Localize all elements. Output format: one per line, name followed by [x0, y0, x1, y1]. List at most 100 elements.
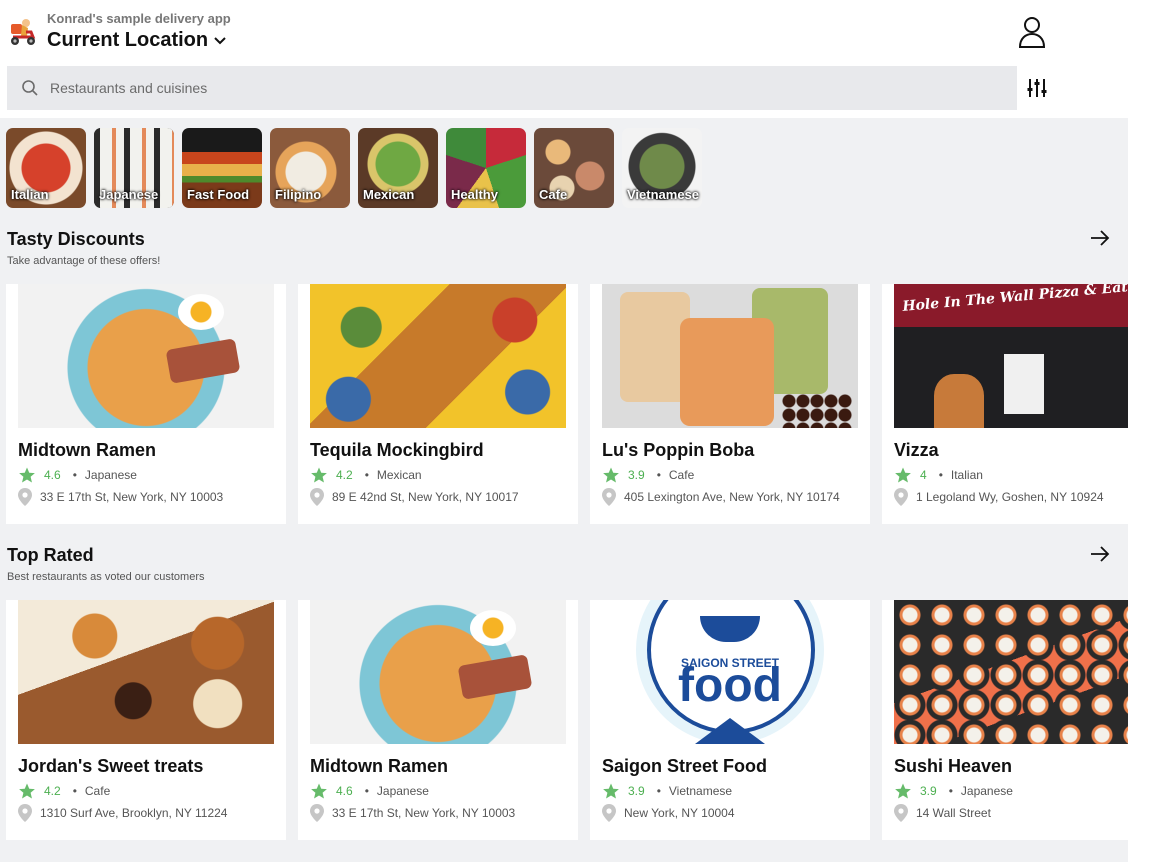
rating-value: 4.6 — [44, 468, 61, 482]
category-vietnamese[interactable]: Vietnamese — [622, 128, 702, 208]
section-title: Top Rated — [7, 545, 94, 565]
rating-value: 4.6 — [336, 784, 353, 798]
location-pin-icon — [310, 804, 324, 822]
section-title: Tasty Discounts — [7, 229, 145, 249]
restaurant-image — [310, 600, 566, 744]
top-rated-row: Jordan's Sweet treats 4.2 • Cafe 1310 Su… — [6, 600, 1128, 840]
restaurant-card[interactable]: Lu's Poppin Boba 3.9 • Cafe 405 Lexingto… — [590, 284, 870, 524]
restaurant-name: Midtown Ramen — [18, 440, 156, 460]
arrow-right-icon[interactable] — [1088, 226, 1112, 250]
restaurant-name: Jordan's Sweet treats — [18, 756, 204, 776]
location-pin-icon — [18, 804, 32, 822]
category-japanese[interactable]: Japanese — [94, 128, 174, 208]
star-icon — [311, 783, 327, 799]
star-icon — [19, 783, 35, 799]
restaurant-name: Tequila Mockingbird — [310, 440, 484, 460]
category-label: Mexican — [363, 187, 415, 202]
restaurant-meta: 4.6 • Japanese — [18, 466, 137, 484]
separator-dot: • — [656, 468, 661, 482]
restaurant-card[interactable]: Jordan's Sweet treats 4.2 • Cafe 1310 Su… — [6, 600, 286, 840]
restaurant-address: 405 Lexington Ave, New York, NY 10174 — [602, 488, 840, 506]
restaurant-card[interactable]: Hole In The Wall Pizza & Eatery Vizza 4 … — [882, 284, 1128, 524]
restaurant-meta: 3.9 • Vietnamese — [602, 782, 732, 800]
category-list: Italian Japanese Fast Food Filipino Mexi… — [6, 128, 702, 208]
address-text: 405 Lexington Ave, New York, NY 10174 — [624, 490, 840, 504]
restaurant-image: Hole In The Wall Pizza & Eatery — [894, 284, 1128, 428]
restaurant-image — [894, 600, 1128, 744]
category-label: Cafe — [539, 187, 568, 202]
app-header: Konrad's sample delivery app Current Loc… — [0, 0, 1159, 64]
category-label: Japanese — [99, 187, 159, 202]
rating-value: 3.9 — [628, 784, 645, 798]
separator-dot: • — [938, 468, 943, 482]
separator-dot: • — [72, 468, 77, 482]
location-pin-icon — [894, 488, 908, 506]
search-icon — [22, 80, 38, 96]
separator-dot: • — [656, 784, 661, 798]
restaurant-name: Sushi Heaven — [894, 756, 1013, 776]
cuisine-label: Cafe — [84, 784, 111, 798]
cuisine-label: Vietnamese — [668, 784, 733, 798]
restaurant-card[interactable]: Midtown Ramen 4.6 • Japanese 33 E 17th S… — [6, 284, 286, 524]
cuisine-label: Italian — [950, 468, 983, 482]
location-pin-icon — [894, 804, 908, 822]
location-selector[interactable]: Current Location — [47, 29, 228, 52]
category-healthy[interactable]: Healthy — [446, 128, 526, 208]
category-fast-food[interactable]: Fast Food — [182, 128, 262, 208]
restaurant-image — [602, 284, 858, 428]
restaurant-meta: 4.2 • Cafe — [18, 782, 110, 800]
filter-sliders-icon[interactable] — [1025, 76, 1049, 100]
star-icon — [895, 783, 911, 799]
category-italian[interactable]: Italian — [6, 128, 86, 208]
rating-value: 4 — [920, 468, 927, 482]
restaurant-meta: 4.2 • Mexican — [310, 466, 422, 484]
restaurant-card[interactable]: Tequila Mockingbird 4.2 • Mexican 89 E 4… — [298, 284, 578, 524]
restaurant-name: Lu's Poppin Boba — [602, 440, 755, 460]
location-label: Current Location — [47, 29, 209, 51]
restaurant-name: Vizza — [894, 440, 939, 460]
restaurant-image — [310, 284, 566, 428]
restaurant-address: 1310 Surf Ave, Brooklyn, NY 11224 — [18, 804, 227, 822]
star-icon — [603, 783, 619, 799]
category-mexican[interactable]: Mexican — [358, 128, 438, 208]
restaurant-meta: 4 • Italian — [894, 466, 983, 484]
restaurant-address: 14 Wall Street — [894, 804, 991, 822]
section-subtitle: Best restaurants as voted our customers — [7, 571, 205, 583]
separator-dot: • — [364, 784, 369, 798]
cuisine-label: Cafe — [668, 468, 695, 482]
star-icon — [311, 467, 327, 483]
rating-value: 4.2 — [336, 468, 353, 482]
restaurant-name: Midtown Ramen — [310, 756, 448, 776]
restaurant-image — [18, 600, 274, 744]
restaurant-image: SAIGON STREET food — [602, 600, 858, 744]
storefront-sign: Hole In The Wall Pizza & Eatery — [901, 284, 1128, 315]
category-cafe[interactable]: Cafe — [534, 128, 614, 208]
restaurant-address: New York, NY 10004 — [602, 804, 735, 822]
separator-dot: • — [72, 784, 77, 798]
star-icon — [603, 467, 619, 483]
restaurant-address: 89 E 42nd St, New York, NY 10017 — [310, 488, 519, 506]
address-text: 14 Wall Street — [916, 806, 991, 820]
discounts-row: Midtown Ramen 4.6 • Japanese 33 E 17th S… — [6, 284, 1128, 524]
arrow-right-icon[interactable] — [1088, 542, 1112, 566]
address-text: 1310 Surf Ave, Brooklyn, NY 11224 — [40, 806, 228, 820]
category-filipino[interactable]: Filipino — [270, 128, 350, 208]
restaurant-card[interactable]: Sushi Heaven 3.9 • Japanese 14 Wall Stre… — [882, 600, 1128, 840]
rating-value: 4.2 — [44, 784, 61, 798]
restaurant-address: 33 E 17th St, New York, NY 10003 — [18, 488, 223, 506]
restaurant-card[interactable]: SAIGON STREET food Saigon Street Food 3.… — [590, 600, 870, 840]
search-input[interactable] — [48, 79, 952, 97]
star-icon — [895, 467, 911, 483]
star-icon — [19, 467, 35, 483]
address-text: 33 E 17th St, New York, NY 10003 — [40, 490, 224, 504]
user-profile-icon[interactable] — [1016, 15, 1048, 49]
restaurant-card[interactable]: Midtown Ramen 4.6 • Japanese 33 E 17th S… — [298, 600, 578, 840]
rating-value: 3.9 — [920, 784, 937, 798]
category-label: Italian — [11, 187, 49, 202]
location-pin-icon — [602, 804, 616, 822]
location-pin-icon — [310, 488, 324, 506]
address-text: 89 E 42nd St, New York, NY 10017 — [332, 490, 519, 504]
chevron-down-icon — [214, 36, 226, 44]
cuisine-label: Mexican — [376, 468, 422, 482]
separator-dot: • — [364, 468, 369, 482]
